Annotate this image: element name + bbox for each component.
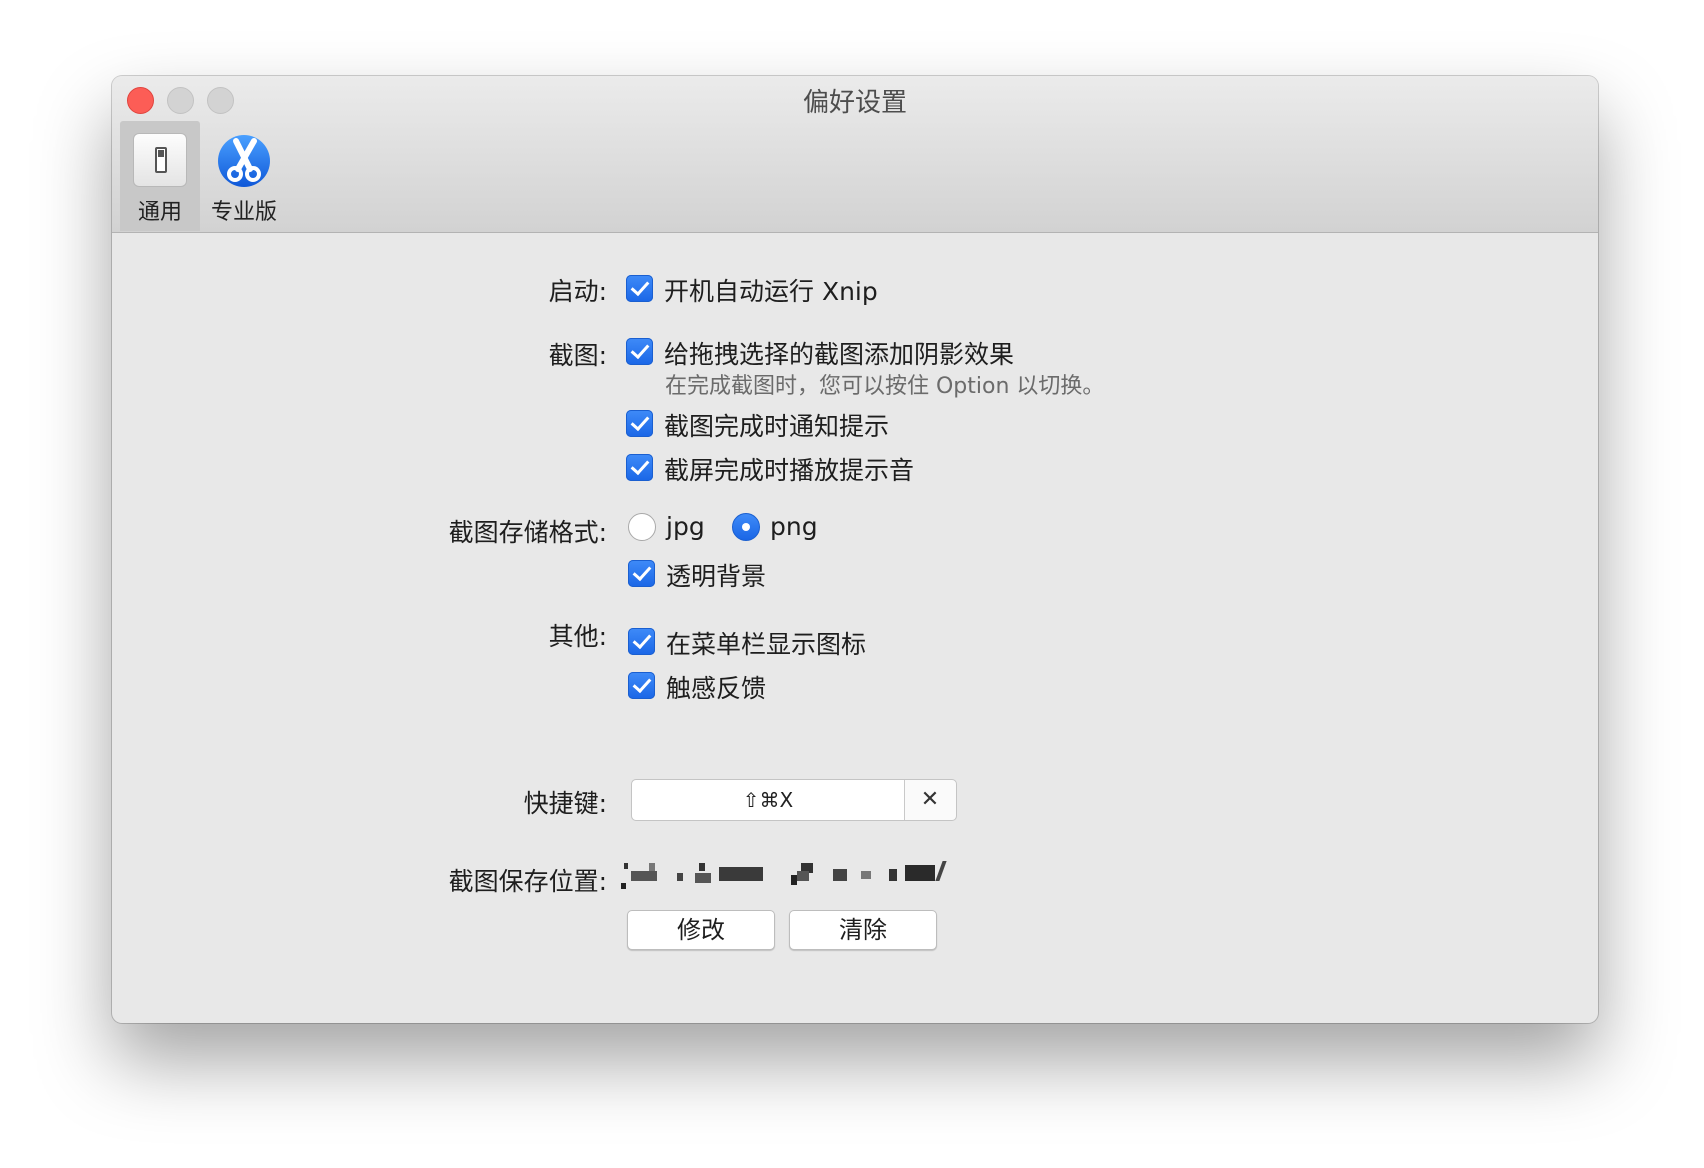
launch-at-login-checkbox[interactable] [626,275,653,302]
shortcut-value[interactable]: ⇧⌘X [632,780,905,820]
shortcut-label: 快捷键: [523,789,607,818]
notify-on-complete-label: 截图完成时通知提示 [664,412,890,441]
transparent-bg-label: 透明背景 [666,562,767,591]
tab-general[interactable]: 通用 [120,121,200,231]
window-title: 偏好设置 [802,88,907,118]
save-location-label: 截图保存位置: [448,867,607,896]
tab-pro-label: 专业版 [210,200,277,225]
clear-button[interactable]: 清除 [789,910,937,950]
scissors-icon [218,135,270,187]
transparent-bg-checkbox[interactable] [628,560,655,587]
format-jpg-label: jpg [666,512,705,541]
play-sound-label: 截屏完成时播放提示音 [664,456,915,485]
menubar-icon-checkbox[interactable] [628,628,655,655]
play-sound-checkbox[interactable] [626,454,653,481]
titlebar: 偏好设置 通用 专业版 [112,76,1598,233]
switch-icon [133,133,187,187]
shortcut-recorder[interactable]: ⇧⌘X ✕ [631,779,957,821]
modify-button[interactable]: 修改 [627,910,775,950]
format-label: 截图存储格式: [448,518,607,547]
preferences-window: 偏好设置 通用 专业版 启动: 开机自动运行 Xnip 截图: 给拖拽选择的截图… [112,76,1598,1023]
format-png-radio[interactable] [732,513,760,541]
shadow-effect-label: 给拖拽选择的截图添加阴影效果 [664,340,1015,369]
notify-on-complete-checkbox[interactable] [626,410,653,437]
haptic-feedback-checkbox[interactable] [628,672,655,699]
launch-at-login-label: 开机自动运行 Xnip [664,277,878,306]
other-label: 其他: [548,622,607,651]
format-png-label: png [770,512,818,541]
format-jpg-radio[interactable] [628,513,656,541]
tab-pro[interactable]: 专业版 [202,121,286,231]
startup-label: 启动: [548,277,607,306]
shadow-effect-checkbox[interactable] [626,338,653,365]
menubar-icon-label: 在菜单栏显示图标 [666,630,867,659]
haptic-feedback-label: 触感反馈 [666,674,767,703]
screenshot-label: 截图: [548,341,607,370]
save-path-pixelated [621,861,981,891]
clear-shortcut-icon[interactable]: ✕ [904,780,956,820]
tab-general-label: 通用 [137,200,182,225]
shadow-effect-hint: 在完成截图时，您可以按住 Option 以切换。 [665,374,1105,399]
